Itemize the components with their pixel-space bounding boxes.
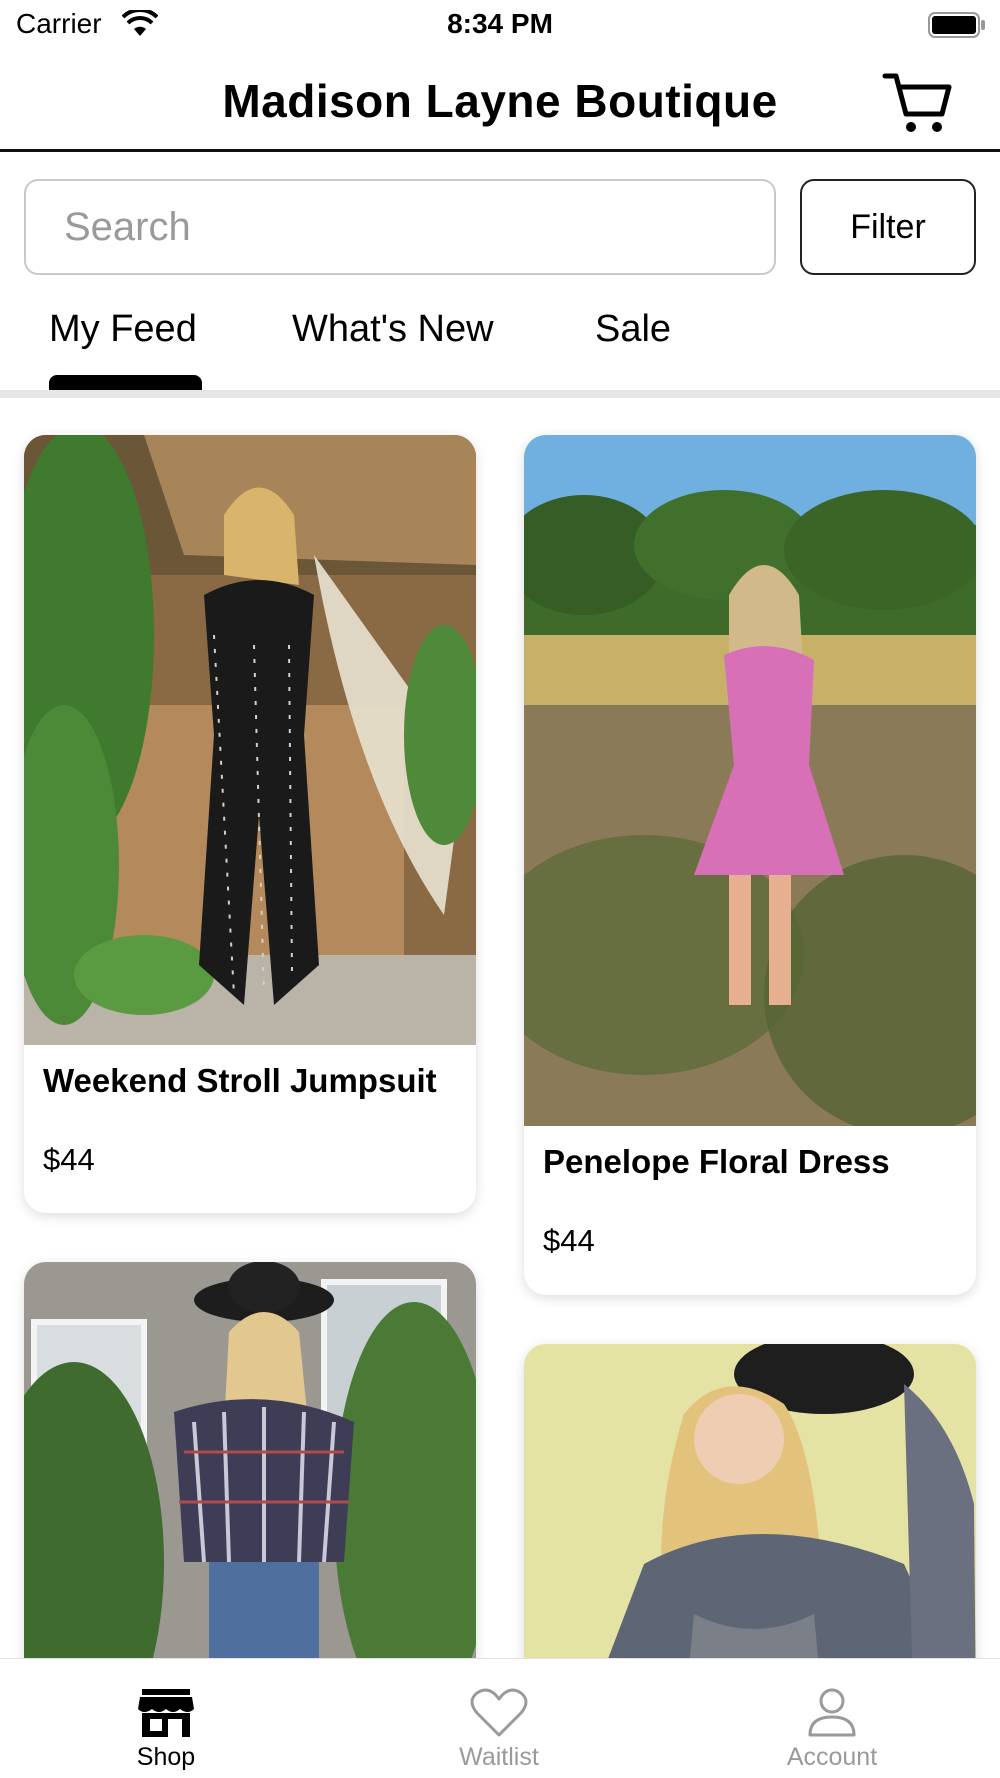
product-image xyxy=(24,1262,476,1722)
product-image xyxy=(524,435,976,1126)
store-icon xyxy=(138,1689,194,1737)
product-price: $44 xyxy=(43,1142,95,1177)
bottom-tab-bar: Shop Waitlist Account xyxy=(0,1658,1000,1778)
feed-tabs: My Feed What's New Sale xyxy=(0,300,1000,392)
product-card[interactable] xyxy=(24,1262,476,1722)
person-icon xyxy=(808,1688,856,1737)
status-bar: Carrier 8:34 PM xyxy=(0,0,1000,52)
product-image xyxy=(24,435,476,1045)
tab-label: Waitlist xyxy=(459,1743,539,1771)
divider xyxy=(0,390,1000,398)
product-name: Weekend Stroll Jumpsuit xyxy=(43,1062,437,1099)
product-name: Penelope Floral Dress xyxy=(543,1143,890,1180)
tab-waitlist[interactable]: Waitlist xyxy=(399,1659,599,1778)
tab-label: Account xyxy=(786,1743,878,1771)
heart-icon xyxy=(470,1688,528,1737)
tab-shop[interactable]: Shop xyxy=(66,1659,266,1778)
tab-account[interactable]: Account xyxy=(732,1659,932,1778)
product-price: $44 xyxy=(543,1223,595,1258)
battery-icon xyxy=(928,12,985,38)
cart-icon[interactable] xyxy=(882,70,952,136)
product-card[interactable]: Penelope Floral Dress $44 xyxy=(524,435,976,1295)
navigation-bar: Madison Layne Boutique xyxy=(0,52,1000,152)
filter-button[interactable]: Filter xyxy=(800,179,976,275)
tab-sale[interactable]: Sale xyxy=(595,308,671,351)
page-title: Madison Layne Boutique xyxy=(222,75,778,127)
tab-whats-new[interactable]: What's New xyxy=(292,308,494,351)
search-input[interactable] xyxy=(24,179,776,275)
clock: 8:34 PM xyxy=(447,8,553,39)
tab-label: Shop xyxy=(136,1743,196,1771)
tab-my-feed[interactable]: My Feed xyxy=(49,308,197,351)
product-card[interactable]: Weekend Stroll Jumpsuit $44 xyxy=(24,435,476,1213)
